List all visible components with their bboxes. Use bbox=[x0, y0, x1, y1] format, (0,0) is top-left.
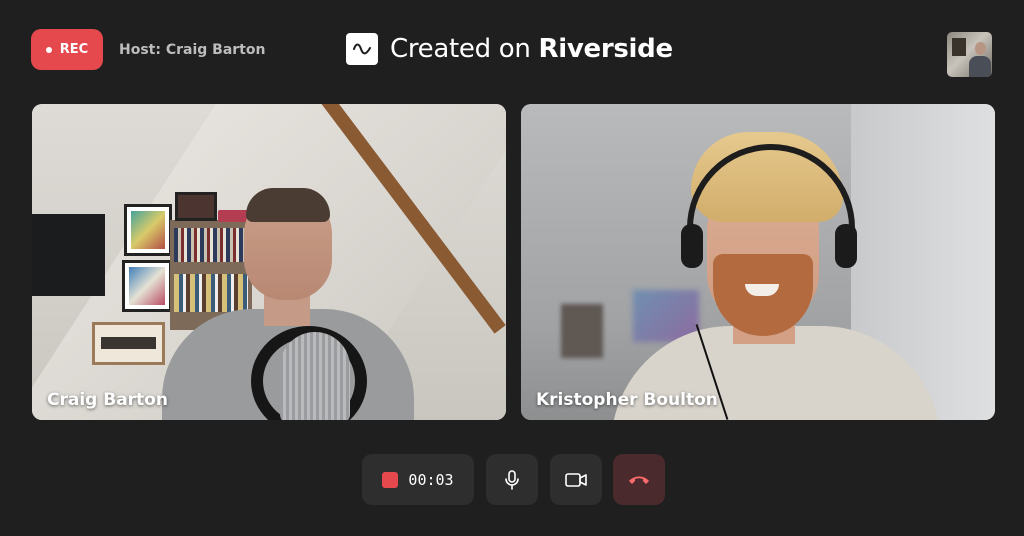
control-bar: 00:03 bbox=[0, 454, 1024, 506]
riverside-call-window: REC Host: Craig Barton Created on Rivers… bbox=[0, 0, 1024, 536]
brand-text: Created on Riverside bbox=[390, 34, 673, 64]
books bbox=[174, 274, 248, 312]
wall-picture bbox=[124, 204, 172, 256]
host-label: Host: Craig Barton bbox=[119, 42, 266, 58]
participant-hair bbox=[246, 188, 330, 222]
wall-picture bbox=[122, 260, 172, 312]
end-call-icon bbox=[629, 476, 649, 484]
end-call-button[interactable] bbox=[613, 454, 665, 505]
participant-tile-craig[interactable]: Craig Barton bbox=[32, 104, 506, 420]
framed-photo bbox=[175, 192, 217, 221]
self-view-body bbox=[969, 56, 991, 77]
participant-name: Kristopher Boulton bbox=[536, 390, 718, 410]
riverside-logo-icon bbox=[346, 33, 378, 65]
brand-name: Riverside bbox=[538, 34, 674, 64]
camera-button[interactable] bbox=[550, 454, 602, 505]
self-view-thumbnail[interactable] bbox=[947, 32, 992, 77]
wall-picture bbox=[561, 304, 603, 358]
brand-prefix: Created on bbox=[390, 34, 539, 64]
participant-tile-kristopher[interactable]: Kristopher Boulton bbox=[521, 104, 995, 420]
wall-picture bbox=[92, 322, 165, 365]
rec-label: REC bbox=[59, 42, 89, 57]
stop-recording-button[interactable]: 00:03 bbox=[362, 454, 474, 505]
recording-timer: 00:03 bbox=[408, 470, 454, 489]
self-view-shelf bbox=[952, 38, 966, 56]
recording-dot-icon bbox=[45, 46, 52, 53]
brand-watermark: Created on Riverside bbox=[346, 31, 673, 67]
participant-name: Craig Barton bbox=[47, 390, 168, 410]
video-camera-icon bbox=[565, 472, 587, 487]
microphone-icon bbox=[505, 469, 519, 490]
microphone-button[interactable] bbox=[486, 454, 538, 505]
headphone-cup bbox=[681, 224, 703, 268]
podcast-microphone bbox=[280, 332, 350, 420]
stop-square-icon bbox=[382, 471, 399, 488]
headphone-cup bbox=[835, 224, 857, 268]
self-view-head bbox=[975, 42, 986, 55]
books bbox=[174, 228, 248, 262]
wall-tv bbox=[32, 214, 105, 296]
rec-badge[interactable]: REC bbox=[31, 29, 103, 70]
